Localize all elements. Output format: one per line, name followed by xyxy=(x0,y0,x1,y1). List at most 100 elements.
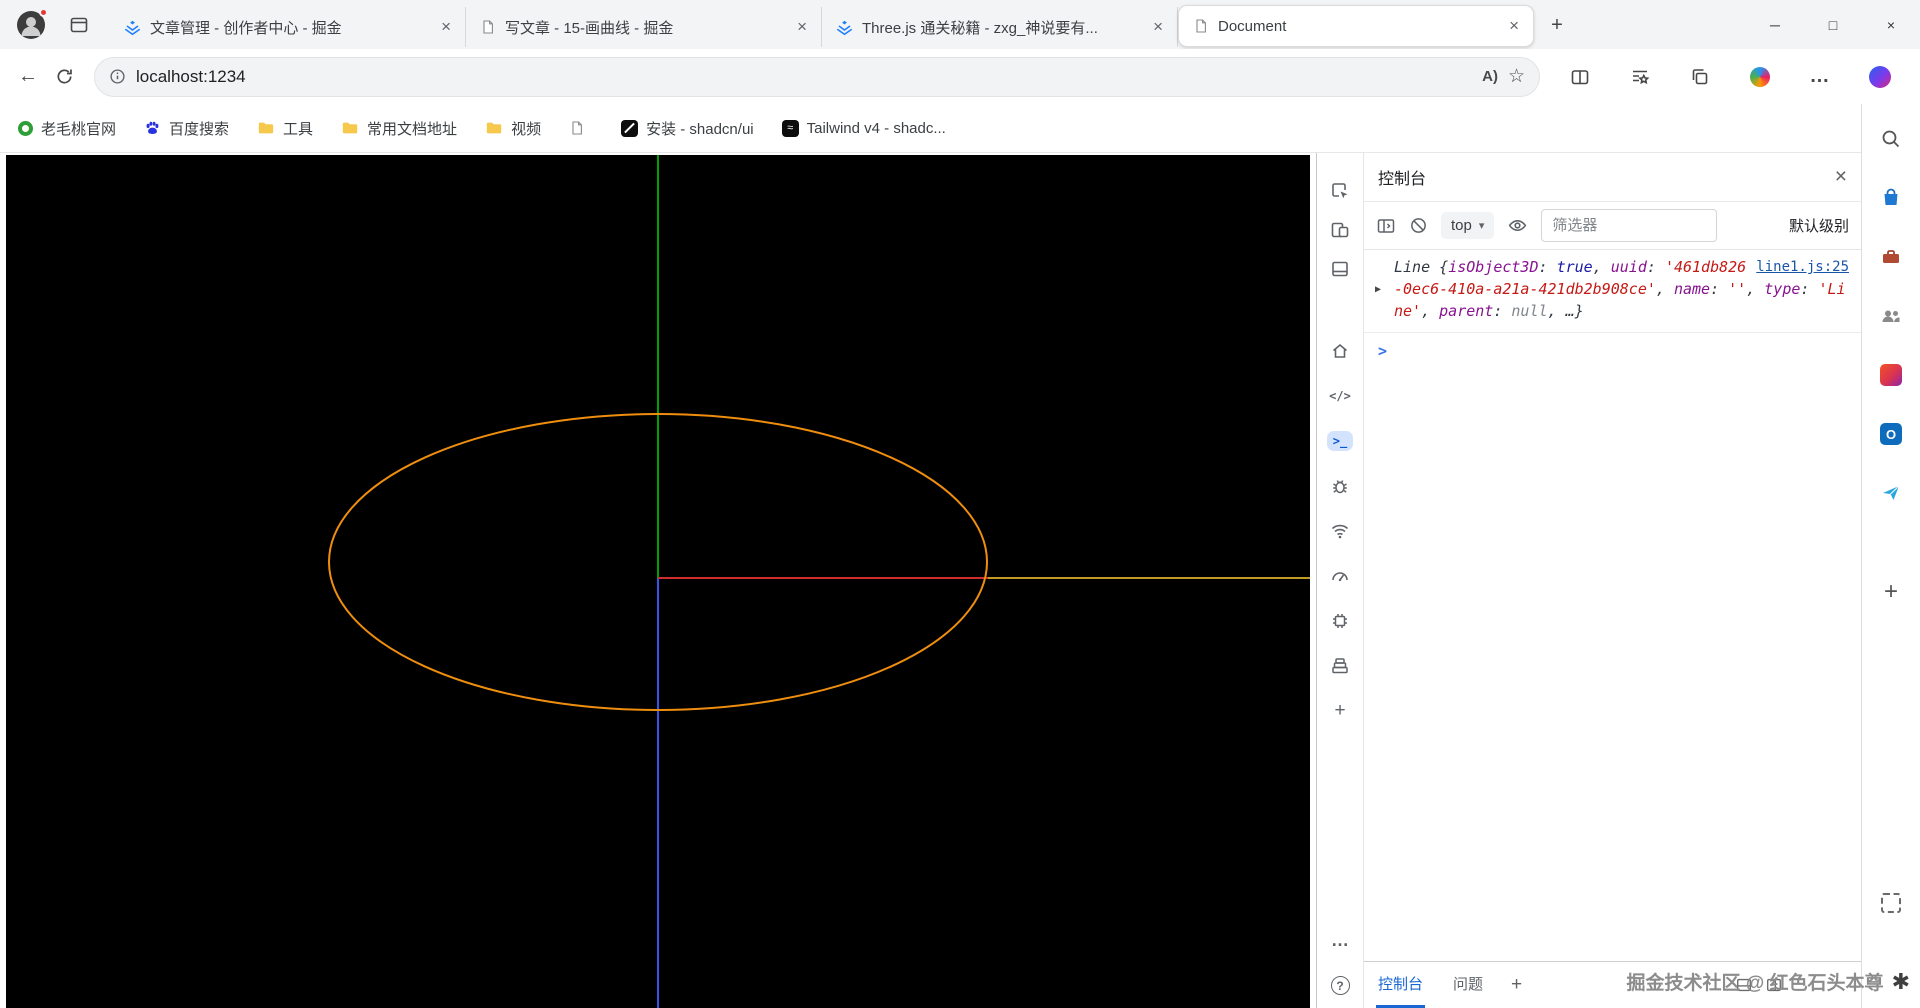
sidebar-send-plane-icon[interactable] xyxy=(1872,474,1910,512)
settings-more-icon[interactable]: … xyxy=(1802,59,1838,95)
console-panel-icon[interactable]: >_ xyxy=(1317,418,1364,463)
bookmark-folder-video[interactable]: 视频 xyxy=(485,118,541,139)
tab-close-icon[interactable]: × xyxy=(1149,17,1167,37)
log-levels-selector[interactable]: 默认级别 xyxy=(1789,215,1849,236)
new-tab-button[interactable]: + xyxy=(1540,8,1574,42)
address-bar[interactable]: localhost:1234 A) ☆ xyxy=(94,56,1540,97)
bookmark-folder-tools[interactable]: 工具 xyxy=(257,118,313,139)
folder-icon xyxy=(485,119,503,137)
watermark: 掘金技术社区 @ 红色石头本尊 ✱ xyxy=(1626,968,1910,995)
screenshot-capture-icon[interactable] xyxy=(1872,884,1910,922)
browser-tab-2[interactable]: 写文章 - 15-画曲线 - 掘金 × xyxy=(466,7,822,47)
devtools-header: 控制台 × xyxy=(1364,153,1861,202)
browser-tab-3[interactable]: Three.js 通关秘籍 - zxg_神说要有... × xyxy=(822,7,1178,47)
log-segment: , xyxy=(1592,258,1611,276)
add-tab-plus-icon[interactable]: + xyxy=(1511,974,1522,996)
welcome-home-icon[interactable] xyxy=(1317,328,1364,373)
bookmark-baidu[interactable]: 百度搜索 xyxy=(144,118,229,139)
bookmark-laomaotao[interactable]: 老毛桃官网 xyxy=(18,118,116,139)
minimize-button[interactable]: ─ xyxy=(1746,0,1804,49)
tab-close-icon[interactable]: × xyxy=(793,17,811,37)
log-segment: '' xyxy=(1728,280,1747,298)
window-close-button[interactable]: × xyxy=(1862,0,1920,49)
source-link[interactable]: line1.js:25 xyxy=(1756,256,1849,278)
bookmark-folder-docs[interactable]: 常用文档地址 xyxy=(341,118,457,139)
bookmark-tailwind[interactable]: ≈ Tailwind v4 - shadc... xyxy=(781,119,946,137)
sidebar-add-plus-icon[interactable]: + xyxy=(1872,573,1910,611)
bottom-tab-console[interactable]: 控制台 xyxy=(1376,962,1426,1008)
bookmark-shadcn[interactable]: 安装 - shadcn/ui xyxy=(621,118,754,139)
maximize-button[interactable]: □ xyxy=(1804,0,1862,49)
more-options-icon[interactable]: … xyxy=(1317,918,1364,963)
tab-strip: 文章管理 - 创作者中心 - 掘金 × 写文章 - 15-画曲线 - 掘金 × … xyxy=(110,0,1534,49)
log-segment: null xyxy=(1511,302,1548,320)
console-log-entry[interactable]: ▶ line1.js:25 Line {isObject3D: true, uu… xyxy=(1364,250,1861,333)
application-storage-icon[interactable] xyxy=(1317,643,1364,688)
favorite-star-icon[interactable]: ☆ xyxy=(1508,65,1525,88)
tab-actions-icon[interactable] xyxy=(64,10,94,40)
sidebar-toolbox-icon[interactable] xyxy=(1872,238,1910,276)
browser-tab-4-active[interactable]: Document × xyxy=(1178,5,1534,47)
browser-tab-1[interactable]: 文章管理 - 创作者中心 - 掘金 × xyxy=(110,7,466,47)
page-content xyxy=(0,153,1316,1008)
log-segment: : xyxy=(1538,258,1557,276)
log-segment: , …} xyxy=(1547,302,1584,320)
sources-debug-icon[interactable] xyxy=(1317,463,1364,508)
threejs-canvas[interactable] xyxy=(6,155,1310,1008)
folder-icon xyxy=(257,119,275,137)
tab-close-icon[interactable]: × xyxy=(1505,16,1523,36)
split-screen-icon[interactable] xyxy=(1562,59,1598,95)
console-filter-input[interactable] xyxy=(1541,209,1718,242)
refresh-icon[interactable] xyxy=(46,59,82,95)
sidebar-people-icon[interactable] xyxy=(1872,297,1910,335)
log-segment: : xyxy=(1800,280,1819,298)
devtools-panel-title: 控制台 xyxy=(1378,171,1427,188)
log-segment: uuid xyxy=(1610,258,1647,276)
sidebar-m365-icon[interactable] xyxy=(1872,356,1910,394)
tailwind-icon: ≈ xyxy=(781,119,799,137)
rewards-icon[interactable] xyxy=(1742,59,1778,95)
sidebar-outlook-icon[interactable]: O xyxy=(1872,415,1910,453)
sidebar-search-icon[interactable] xyxy=(1872,120,1910,158)
performance-icon[interactable] xyxy=(1317,553,1364,598)
favorites-icon[interactable] xyxy=(1622,59,1658,95)
log-segment: isObject3D xyxy=(1448,258,1539,276)
inspect-icon[interactable] xyxy=(1317,171,1364,210)
profile-avatar[interactable] xyxy=(16,8,48,40)
site-info-icon[interactable] xyxy=(109,68,126,85)
bottom-tab-issues[interactable]: 问题 xyxy=(1451,962,1485,1008)
console-prompt[interactable]: > xyxy=(1364,333,1861,360)
expand-triangle-icon[interactable]: ▶ xyxy=(1375,279,1381,301)
collections-icon[interactable] xyxy=(1682,59,1718,95)
navigation-bar: ← localhost:1234 A) ☆ … xyxy=(0,49,1920,104)
devtools-close-icon[interactable]: × xyxy=(1835,165,1847,189)
shadcn-icon xyxy=(621,119,639,137)
dock-panel-icon[interactable] xyxy=(1317,249,1364,288)
copilot-icon[interactable] xyxy=(1862,59,1898,95)
url-text[interactable]: localhost:1234 xyxy=(136,67,246,87)
log-segment: true xyxy=(1556,258,1593,276)
console-sidebar-icon[interactable] xyxy=(1376,216,1396,236)
elements-panel-icon[interactable]: </> xyxy=(1317,373,1364,418)
help-icon[interactable]: ? xyxy=(1317,963,1364,1008)
live-expression-eye-icon[interactable] xyxy=(1507,215,1528,236)
watermark-text: 掘金技术社区 @ 红色石头本尊 xyxy=(1626,973,1884,994)
bookmark-page[interactable] xyxy=(569,120,593,136)
baidu-paw-icon xyxy=(144,120,161,137)
sidebar-shopping-icon[interactable] xyxy=(1872,179,1910,217)
nav-right-icons: … xyxy=(1554,59,1910,95)
clear-console-icon[interactable] xyxy=(1409,216,1428,235)
tab-close-icon[interactable]: × xyxy=(437,17,455,37)
read-aloud-icon[interactable]: A) xyxy=(1482,68,1498,85)
console-toolbar: top ▾ 默认级别 xyxy=(1364,202,1861,250)
memory-cpu-icon[interactable] xyxy=(1317,598,1364,643)
log-segment: Line xyxy=(1394,258,1440,276)
more-tools-plus-icon[interactable]: + xyxy=(1317,688,1364,733)
tab-title: Document xyxy=(1218,17,1287,35)
context-selector[interactable]: top ▾ xyxy=(1441,212,1495,239)
back-icon[interactable]: ← xyxy=(10,59,46,95)
notification-dot-icon xyxy=(39,8,48,17)
network-icon[interactable] xyxy=(1317,508,1364,553)
device-emulation-icon[interactable] xyxy=(1317,210,1364,249)
window-controls: ─ □ × xyxy=(1746,0,1920,49)
